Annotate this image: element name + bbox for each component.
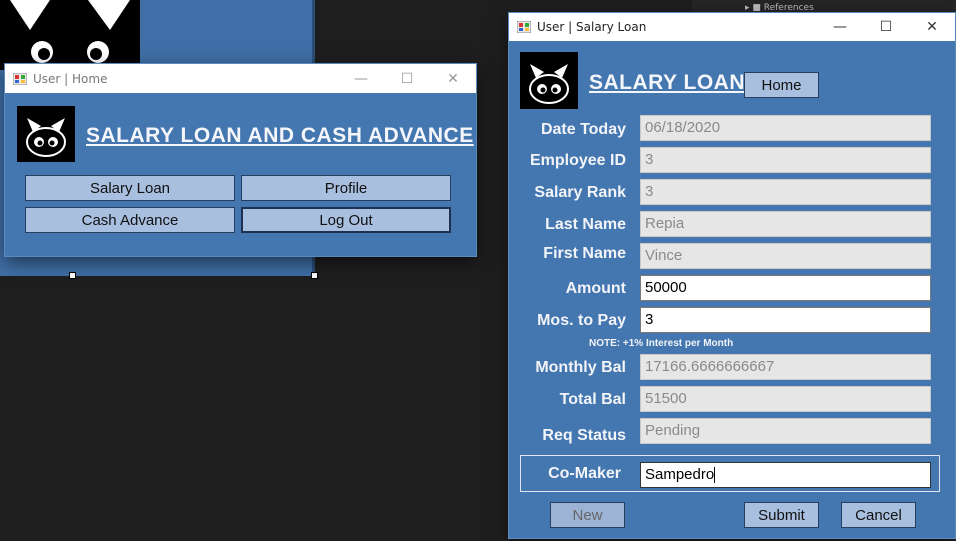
minimize-icon[interactable]: — bbox=[338, 64, 384, 93]
last-name-label: Last Name bbox=[545, 216, 626, 233]
minimize-icon[interactable]: — bbox=[817, 13, 863, 41]
salary-rank-label: Salary Rank bbox=[534, 184, 626, 201]
solution-tree-item[interactable]: ▸ ■ References bbox=[745, 3, 814, 13]
resize-handle[interactable] bbox=[69, 272, 76, 279]
maximize-icon[interactable]: ☐ bbox=[863, 13, 909, 41]
first-name-field[interactable]: Vince bbox=[640, 243, 931, 269]
home-titlebar[interactable]: User | Home — ☐ ✕ bbox=[5, 64, 476, 93]
home-window: User | Home — ☐ ✕ SALARY LOAN AND CASH A… bbox=[5, 64, 476, 256]
co-maker-field[interactable]: Sampedro bbox=[640, 462, 931, 488]
salary-loan-button[interactable]: Salary Loan bbox=[25, 175, 235, 201]
salary-rank-field[interactable]: 3 bbox=[640, 179, 931, 205]
log-out-button[interactable]: Log Out bbox=[241, 207, 451, 233]
amount-field[interactable]: 50000 bbox=[640, 275, 931, 301]
mos-to-pay-label: Mos. to Pay bbox=[537, 312, 626, 329]
close-icon[interactable]: ✕ bbox=[909, 13, 955, 41]
submit-button[interactable]: Submit bbox=[744, 502, 819, 528]
total-bal-label: Total Bal bbox=[559, 391, 626, 408]
cat-logo bbox=[17, 106, 75, 162]
cash-advance-button[interactable]: Cash Advance bbox=[25, 207, 235, 233]
req-status-field[interactable]: Pending bbox=[640, 418, 931, 444]
resize-handle[interactable] bbox=[311, 272, 318, 279]
co-maker-value: Sampedro bbox=[645, 466, 715, 483]
new-button[interactable]: New bbox=[550, 502, 625, 528]
app-icon bbox=[13, 72, 27, 85]
req-status-label: Req Status bbox=[542, 427, 626, 444]
home-button[interactable]: Home bbox=[744, 72, 819, 98]
home-heading: SALARY LOAN AND CASH ADVANCE bbox=[86, 124, 474, 147]
monthly-bal-field[interactable]: 17166.6666666667 bbox=[640, 354, 931, 380]
co-maker-label: Co-Maker bbox=[548, 465, 621, 482]
employee-id-label: Employee ID bbox=[529, 152, 626, 169]
window-title: User | Salary Loan bbox=[537, 20, 647, 34]
interest-note: NOTE: +1% Interest per Month bbox=[589, 338, 734, 349]
last-name-field[interactable]: Repia bbox=[640, 211, 931, 237]
monthly-bal-label: Monthly Bal bbox=[535, 359, 626, 376]
maximize-icon[interactable]: ☐ bbox=[384, 64, 430, 93]
text-cursor bbox=[714, 467, 716, 484]
mos-to-pay-field[interactable]: 3 bbox=[640, 307, 931, 333]
loan-titlebar[interactable]: User | Salary Loan — ☐ ✕ bbox=[509, 13, 955, 41]
date-today-field[interactable]: 06/18/2020 bbox=[640, 115, 931, 141]
amount-label: Amount bbox=[565, 280, 626, 297]
profile-button[interactable]: Profile bbox=[241, 175, 451, 201]
date-today-label: Date Today bbox=[540, 121, 626, 138]
cancel-button[interactable]: Cancel bbox=[841, 502, 916, 528]
app-icon bbox=[517, 21, 531, 33]
employee-id-field[interactable]: 3 bbox=[640, 147, 931, 173]
total-bal-field[interactable]: 51500 bbox=[640, 386, 931, 412]
solution-explorer-strip bbox=[692, 0, 956, 14]
close-icon[interactable]: ✕ bbox=[430, 64, 476, 93]
cat-logo bbox=[520, 52, 578, 109]
window-title: User | Home bbox=[33, 71, 108, 86]
salary-loan-heading: SALARY LOAN bbox=[589, 71, 746, 94]
first-name-label: First Name bbox=[543, 245, 626, 262]
designer-logo-image bbox=[0, 0, 140, 70]
